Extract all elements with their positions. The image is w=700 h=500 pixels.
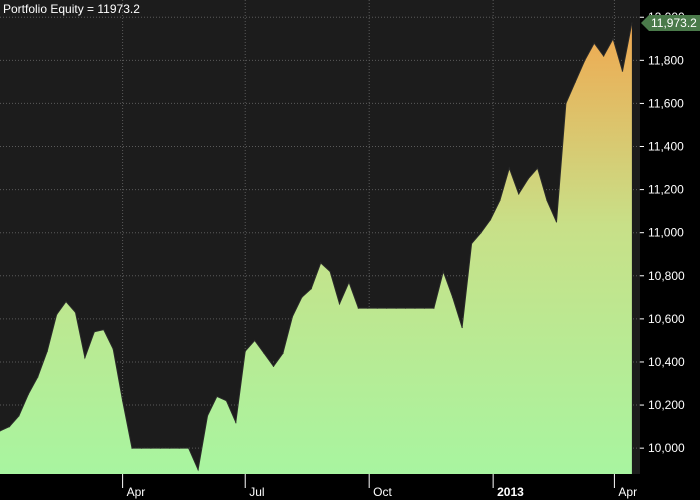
- data-point: [291, 316, 293, 318]
- data-point: [348, 281, 350, 283]
- data-point: [46, 350, 48, 352]
- y-tick-label: 10,000: [648, 441, 685, 455]
- y-tick-label: 11,200: [648, 183, 684, 197]
- data-point: [84, 357, 86, 359]
- data-point: [338, 303, 341, 305]
- data-point: [508, 167, 510, 169]
- y-tick-label: 11,600: [648, 96, 684, 110]
- data-point: [395, 307, 397, 309]
- data-point: [386, 307, 388, 309]
- data-point: [178, 447, 180, 449]
- data-point: [376, 307, 378, 309]
- data-point: [169, 447, 171, 449]
- data-point: [206, 415, 209, 417]
- data-point: [320, 262, 322, 264]
- data-point: [565, 102, 567, 105]
- data-point: [103, 329, 105, 331]
- data-point: [235, 421, 237, 423]
- y-tick-label: 10,200: [648, 398, 685, 412]
- data-point: [442, 270, 444, 273]
- data-point: [301, 296, 303, 298]
- data-point: [329, 270, 331, 273]
- data-point: [159, 447, 161, 449]
- data-point: [37, 376, 39, 378]
- chart-canvas: 10,000 10,200 10,400 10,600 10,800 11,000 11,2…: [0, 0, 700, 499]
- data-point: [357, 307, 359, 309]
- data-point: [593, 42, 595, 44]
- chart-title: Portfolio Equity = 11973.2: [3, 2, 140, 16]
- data-point: [584, 59, 586, 61]
- data-point: [244, 350, 246, 352]
- data-point: [537, 167, 539, 169]
- x-tick-label: Oct: [373, 485, 392, 499]
- y-tick-label: 10,600: [648, 312, 685, 326]
- data-point: [254, 339, 256, 342]
- data-point: [282, 352, 284, 354]
- data-point: [65, 301, 67, 303]
- data-point: [518, 193, 520, 195]
- data-point: [423, 307, 426, 309]
- data-point: [452, 296, 454, 298]
- data-point: [55, 313, 58, 316]
- equity-chart: 10,000 10,200 10,400 10,600 10,800 11,000 11,2…: [0, 0, 700, 500]
- y-tick-label: 10,400: [648, 355, 685, 369]
- data-point: [612, 38, 614, 40]
- data-point: [470, 242, 473, 245]
- data-point: [461, 326, 463, 329]
- data-point: [480, 232, 482, 234]
- data-point: [272, 365, 275, 367]
- y-axis: 10,000 10,200 10,400 10,600 10,800 11,000 11,2…: [640, 10, 685, 455]
- data-point: [225, 400, 227, 402]
- data-point: [489, 219, 492, 221]
- data-point: [93, 331, 95, 333]
- data-point: [18, 415, 20, 417]
- data-point: [216, 395, 218, 398]
- data-point: [574, 81, 576, 83]
- data-point: [433, 307, 435, 309]
- y-tick-label: 11,400: [648, 140, 684, 154]
- data-point: [112, 348, 114, 350]
- data-point: [603, 55, 605, 57]
- data-point: [527, 178, 529, 180]
- data-point: [367, 307, 369, 309]
- data-point: [414, 307, 416, 309]
- data-point: [140, 447, 143, 449]
- data-point: [27, 393, 29, 395]
- data-point: [499, 199, 501, 201]
- x-tick-label: 2013: [497, 485, 524, 499]
- data-point: [122, 400, 124, 402]
- last-value-label: 11,973.2: [651, 16, 697, 30]
- data-point: [621, 70, 624, 72]
- x-tick-label: Apr: [618, 485, 637, 499]
- x-tick-label: Jul: [249, 485, 264, 499]
- x-axis: Apr Jul Oct 2013 Apr: [122, 474, 637, 499]
- data-point: [310, 288, 312, 290]
- data-point: [631, 22, 633, 24]
- data-point: [555, 221, 558, 223]
- data-point: [188, 447, 190, 449]
- data-point: [74, 311, 77, 314]
- x-tick-label: Apr: [127, 485, 146, 499]
- data-point: [263, 352, 265, 354]
- last-value-marker: 11,973.2: [641, 15, 700, 32]
- data-point: [150, 447, 152, 449]
- data-point: [404, 307, 407, 309]
- data-point: [197, 469, 199, 471]
- y-tick-label: 10,800: [648, 269, 685, 283]
- data-point: [8, 426, 11, 428]
- y-tick-label: 11,800: [648, 53, 684, 67]
- data-point: [546, 199, 548, 201]
- data-point: [131, 447, 133, 449]
- y-tick-label: 11,000: [648, 226, 684, 240]
